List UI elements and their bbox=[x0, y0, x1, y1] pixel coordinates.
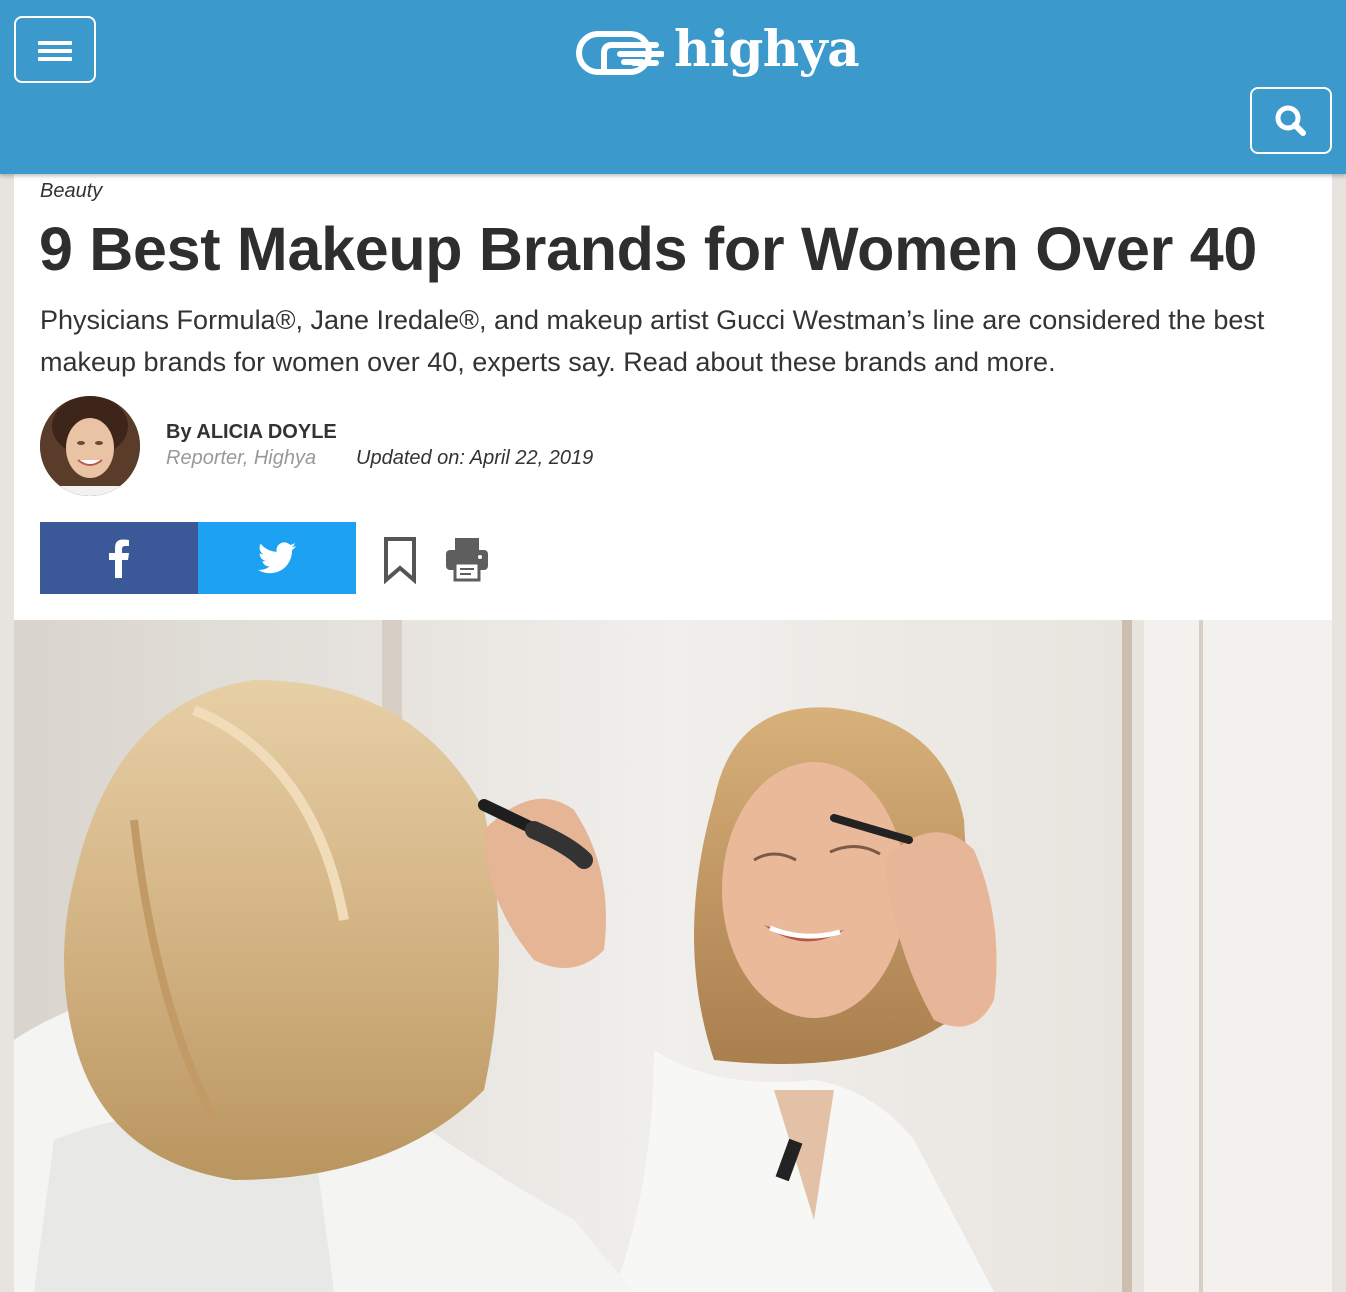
article-title: 9 Best Makeup Brands for Women Over 40 bbox=[39, 215, 1258, 283]
article-header-card: Beauty 9 Best Makeup Brands for Women Ov… bbox=[14, 174, 1332, 620]
menu-button[interactable] bbox=[14, 16, 96, 83]
hero-illustration bbox=[14, 620, 1332, 1292]
print-button[interactable] bbox=[444, 536, 490, 582]
updated-date: Updated on: April 22, 2019 bbox=[356, 447, 594, 469]
hamburger-line bbox=[38, 49, 72, 53]
highya-logo-icon bbox=[576, 31, 664, 75]
category-link[interactable]: Beauty bbox=[40, 180, 102, 203]
site-header: highya bbox=[0, 0, 1346, 174]
author-name[interactable]: By ALICIA DOYLE bbox=[166, 421, 337, 444]
article-subtitle: Physicians Formula®, Jane Iredale®, and … bbox=[40, 305, 1265, 377]
search-button[interactable] bbox=[1250, 87, 1332, 154]
author-avatar[interactable] bbox=[40, 396, 140, 496]
search-icon bbox=[1275, 105, 1306, 136]
hamburger-line bbox=[38, 57, 72, 61]
twitter-icon bbox=[258, 542, 296, 574]
bookmark-icon bbox=[384, 537, 416, 585]
brand-name: highya bbox=[674, 19, 860, 78]
author-photo bbox=[40, 396, 140, 496]
facebook-share-button[interactable] bbox=[40, 522, 198, 594]
hamburger-menu-icon bbox=[38, 41, 72, 45]
printer-icon bbox=[446, 538, 488, 582]
author-role: Reporter, Highya bbox=[166, 447, 317, 469]
hero-image bbox=[14, 620, 1332, 1292]
twitter-share-button[interactable] bbox=[198, 522, 356, 594]
facebook-icon bbox=[109, 539, 129, 578]
site-logo[interactable]: highya bbox=[576, 19, 860, 84]
bookmark-button[interactable] bbox=[382, 536, 418, 585]
